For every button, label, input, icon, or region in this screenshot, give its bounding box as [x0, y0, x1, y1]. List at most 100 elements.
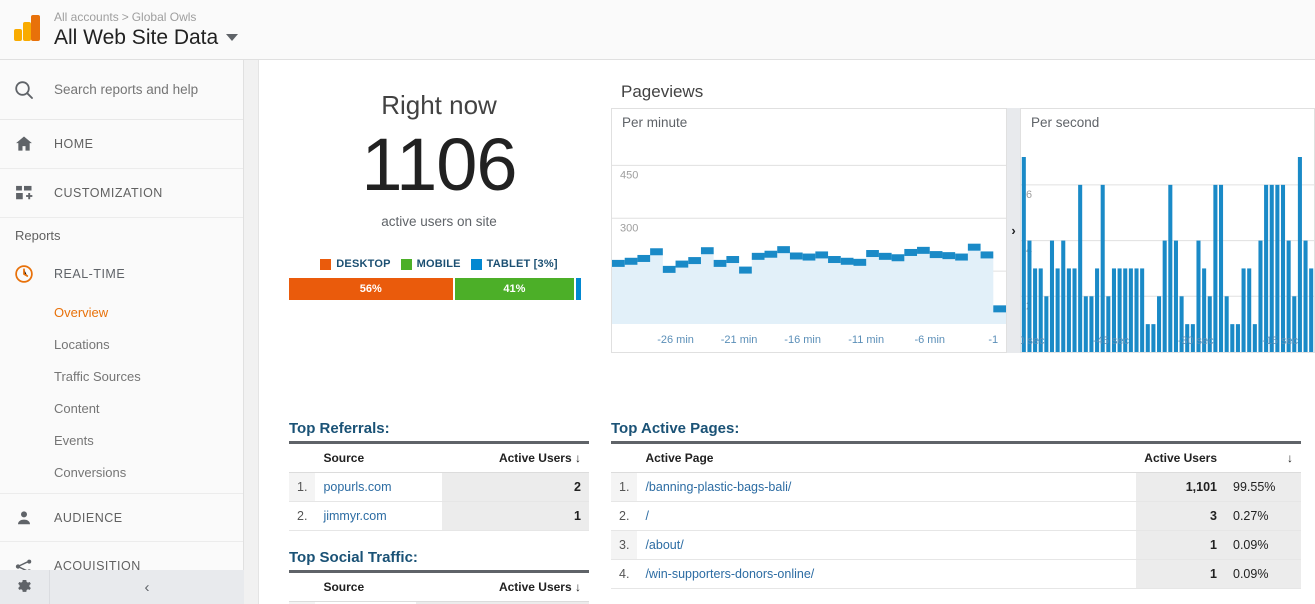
admin-button[interactable]: [0, 570, 50, 604]
col-active-users[interactable]: Active Users ↓: [441, 444, 589, 473]
sidebar-item-events[interactable]: Events: [0, 425, 243, 457]
right-tables: Top Active Pages: Active Page Active Use…: [611, 418, 1301, 604]
gear-icon: [18, 579, 31, 592]
row-source[interactable]: jimmyr.com: [315, 501, 442, 531]
sidebar-item-conversions[interactable]: Conversions: [0, 457, 243, 489]
collapse-sidebar-button[interactable]: ‹: [50, 579, 244, 596]
home-icon: [12, 132, 36, 156]
sidebar-section-reports: Reports: [15, 228, 61, 243]
device-segment-mobile[interactable]: 41%: [454, 278, 575, 300]
sort-desc-icon: ↓: [575, 451, 581, 465]
sidebar-item-label: HOME: [54, 137, 94, 151]
right-now-title: Right now: [381, 90, 497, 120]
sidebar-item-traffic-sources[interactable]: Traffic Sources: [0, 361, 243, 393]
sidebar-item-real-time[interactable]: REAL-TIME: [0, 251, 243, 297]
svg-text:-6 min: -6 min: [914, 334, 945, 346]
table-row: 1. /banning-plastic-bags-bali/ 1,101 99.…: [611, 472, 1301, 502]
chevron-right-icon: ›: [1011, 223, 1016, 238]
app-header: All accounts > Global Owls All Web Site Da…: [0, 0, 1315, 60]
svg-text:-60 sec: -60 sec: [1021, 335, 1045, 347]
table-header-row: Active Page Active Users ↓: [611, 444, 1301, 473]
chevron-left-icon: ‹: [144, 578, 150, 596]
row-source[interactable]: popurls.com: [315, 472, 442, 502]
sidebar-item-label: CUSTOMIZATION: [54, 186, 163, 200]
per-second-label: Per second: [1031, 115, 1100, 130]
svg-text:450: 450: [620, 169, 638, 181]
per-second-chart: Per second 246-60 sec-45 sec-30 sec-15 s…: [1020, 108, 1315, 353]
sidebar-item-audience[interactable]: AUDIENCE: [0, 493, 243, 542]
device-segment-desktop[interactable]: 56%: [289, 278, 453, 300]
breadcrumb-separator: >: [121, 9, 129, 24]
row-percent: 0.09%: [1225, 559, 1301, 589]
sidebar-item-customization[interactable]: CUSTOMIZATION: [0, 169, 243, 218]
sidebar-item-content[interactable]: Content: [0, 393, 243, 425]
row-page[interactable]: /win-supporters-donors-online/: [637, 559, 1137, 589]
col-source[interactable]: Source: [315, 573, 416, 602]
sidebar: HOME CUSTOMIZATION Reports: [0, 60, 244, 604]
pageviews-panel: Pageviews Per minute 150300450-26 min-21…: [611, 80, 1315, 353]
active-users-count: 1106: [361, 123, 517, 206]
per-second-plot: 246-60 sec-45 sec-30 sec-15 sec: [1021, 109, 1314, 352]
table-header-row: Source Active Users ↓: [289, 444, 589, 473]
sidebar-item-overview[interactable]: Overview: [0, 297, 243, 329]
row-index: 3.: [611, 530, 638, 560]
sort-desc-icon: ↓: [575, 580, 581, 594]
table-row: 4. /win-supporters-donors-online/ 1 0.09…: [611, 559, 1301, 589]
search-input[interactable]: [54, 82, 229, 97]
col-percent[interactable]: ↓: [1225, 444, 1301, 473]
pageviews-title: Pageviews: [621, 82, 704, 101]
col-index: [611, 444, 638, 473]
svg-text:-15 sec: -15 sec: [1262, 335, 1298, 347]
person-icon: [12, 506, 36, 530]
device-legend: DESKTOP MOBILE TABLET [3%]: [289, 258, 589, 270]
row-page[interactable]: /about/: [637, 530, 1137, 560]
row-active-users: 3: [1136, 501, 1225, 531]
row-page[interactable]: /: [637, 501, 1137, 531]
col-active-page[interactable]: Active Page: [637, 444, 1137, 473]
breadcrumb-property[interactable]: Global Owls: [132, 10, 197, 24]
view-selector[interactable]: All Web Site Data: [54, 25, 239, 51]
row-active-users: 1,101: [1136, 472, 1225, 502]
legend-label: MOBILE: [416, 258, 461, 270]
per-minute-chart: Per minute 150300450-26 min-21 min-16 mi…: [611, 108, 1007, 353]
page-title: All Web Site Data: [54, 25, 219, 49]
table-header-row: Source Active Users ↓: [289, 573, 589, 602]
top-referrals-title: Top Referrals:: [289, 418, 589, 444]
col-active-users[interactable]: Active Users: [1136, 444, 1225, 473]
row-active-users: 2: [441, 472, 589, 502]
col-index: [289, 573, 316, 602]
content-scrollbar[interactable]: [244, 60, 259, 604]
legend-desktop[interactable]: DESKTOP: [320, 258, 390, 270]
svg-text:-30 sec: -30 sec: [1178, 335, 1214, 347]
top-active-pages-title: Top Active Pages:: [611, 418, 1301, 444]
next-chart-button[interactable]: ›: [1007, 108, 1020, 353]
top-referrals-table: Source Active Users ↓ 1. popurls.com 2 2…: [289, 444, 589, 531]
device-segment-tablet[interactable]: [576, 278, 581, 300]
top-social-title: Top Social Traffic:: [289, 547, 589, 573]
table-row: 1. popurls.com 2: [289, 472, 589, 502]
main-content: Right now 1106 active users on site DESK…: [259, 60, 1315, 604]
row-index: 2.: [611, 501, 638, 531]
row-page[interactable]: /banning-plastic-bags-bali/: [637, 472, 1137, 502]
pageviews-charts: Per minute 150300450-26 min-21 min-16 mi…: [611, 108, 1315, 353]
col-label: Active Users: [498, 580, 572, 594]
right-now-panel: Right now 1106 active users on site DESK…: [289, 88, 589, 300]
col-source[interactable]: Source: [315, 444, 442, 473]
col-active-users[interactable]: Active Users ↓: [415, 573, 589, 602]
legend-mobile[interactable]: MOBILE: [400, 258, 461, 270]
row-index: 2.: [289, 501, 316, 531]
sidebar-item-home[interactable]: HOME: [0, 120, 243, 169]
legend-tablet[interactable]: TABLET [3%]: [470, 258, 558, 270]
top-active-pages-table: Active Page Active Users ↓ 1. /banning-p…: [611, 444, 1301, 589]
clock-icon: [12, 262, 36, 286]
table-row: 3. /about/ 1 0.09%: [611, 530, 1301, 560]
sidebar-subnav-real-time: Overview Locations Traffic Sources Conte…: [0, 297, 243, 493]
col-label: Active Users: [498, 451, 572, 465]
per-minute-plot: 150300450-26 min-21 min-16 min-11 min-6 …: [612, 109, 1006, 352]
customization-icon: [12, 181, 36, 205]
sort-desc-icon: ↓: [1287, 451, 1293, 465]
breadcrumb-all-accounts[interactable]: All accounts: [54, 10, 119, 24]
row-percent: 99.55%: [1225, 472, 1301, 502]
row-active-users: 1: [441, 501, 589, 531]
sidebar-item-locations[interactable]: Locations: [0, 329, 243, 361]
